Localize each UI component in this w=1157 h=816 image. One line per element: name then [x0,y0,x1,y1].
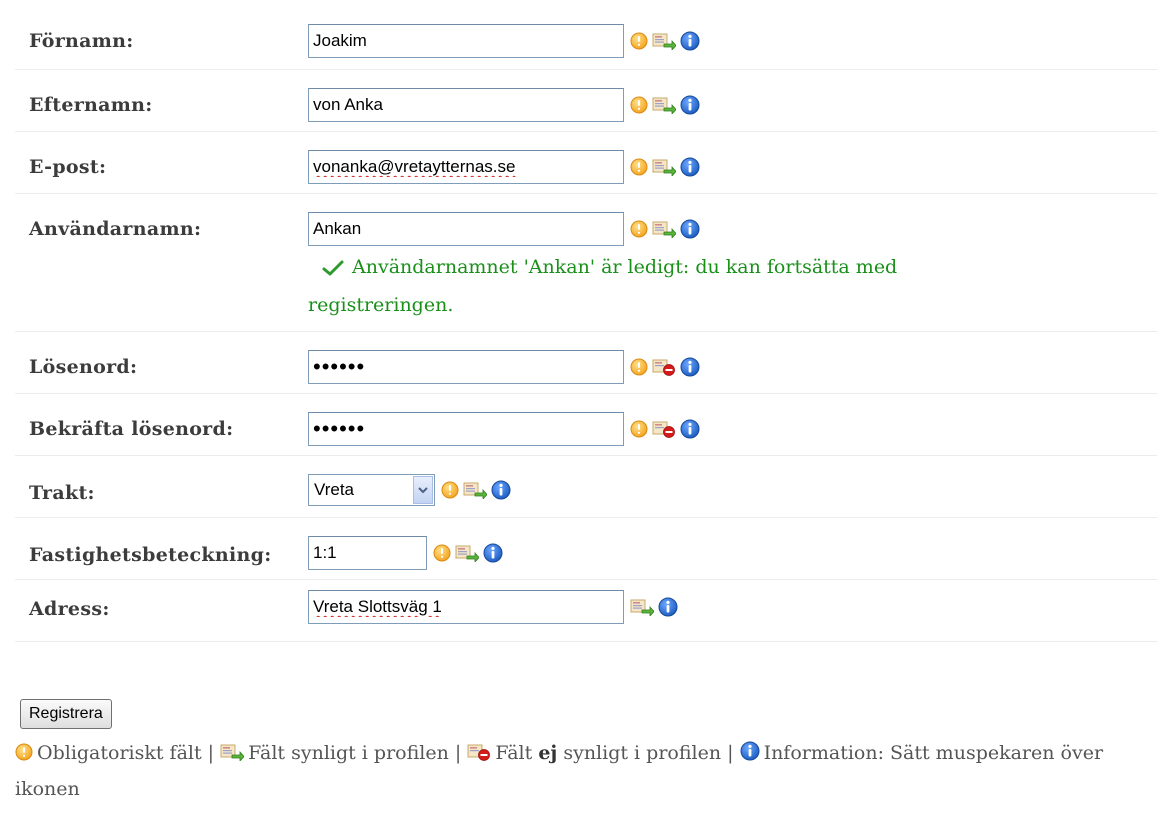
adress-input[interactable] [308,590,624,624]
epost-input[interactable] [308,150,624,184]
mandatory-icon [15,743,33,761]
visible-in-profile-icon [652,220,676,238]
legend-visible: Fält synligt i profilen | [248,742,462,764]
row-trakt: Trakt: Vreta [15,456,1157,518]
label-trakt: Trakt: [29,482,95,504]
info-icon [740,741,760,761]
row-efternamn: Efternamn: [15,70,1157,132]
row-fornamn: Förnamn: [15,8,1157,70]
info-icon[interactable] [680,31,700,51]
hidden-in-profile-icon [652,420,676,438]
username-status-text: Användarnamnet 'Ankan' är ledigt: du kan… [308,256,898,316]
info-icon[interactable] [680,219,700,239]
legend-hidden-post: synligt i profilen | [563,742,734,764]
info-icon[interactable] [680,95,700,115]
anvandarnamn-input[interactable] [308,212,624,246]
trakt-select[interactable]: Vreta [308,474,435,506]
mandatory-icon [630,420,648,438]
field-icons [630,95,704,115]
info-icon[interactable] [680,419,700,439]
visible-in-profile-icon [455,544,479,562]
field-icons [630,31,704,51]
row-losenord: Lösenord: [15,332,1157,394]
visible-in-profile-icon [463,481,487,499]
visible-in-profile-icon [652,158,676,176]
info-icon[interactable] [483,543,503,563]
field-icons [630,419,704,439]
register-button[interactable]: Registrera [20,699,112,729]
username-available-message: Användarnamnet 'Ankan' är ledigt: du kan… [308,248,1028,324]
field-icons [433,543,507,563]
mandatory-icon [630,158,648,176]
fornamn-input[interactable] [308,24,624,58]
legend-mandatory: Obligatoriskt fält | [37,742,215,764]
chevron-down-icon[interactable] [413,476,433,504]
trakt-selected-value: Vreta [314,480,355,499]
field-icons [630,357,704,377]
label-anvandarnamn: Användarnamn: [29,218,202,240]
row-fastighet: Fastighetsbeteckning: [15,518,1157,580]
field-icons [630,597,682,617]
label-bekrafta: Bekräfta lösenord: [29,418,234,440]
mandatory-icon [630,96,648,114]
checkmark-icon [322,259,344,277]
label-efternamn: Efternamn: [29,94,153,116]
field-icons [630,219,704,239]
field-icons [630,157,704,177]
legend-hidden-pre: Fält [495,742,533,764]
visible-in-profile-icon [652,96,676,114]
registration-form: Förnamn: Efternamn: [15,8,1157,642]
hidden-in-profile-icon [467,743,491,761]
row-anvandarnamn: Användarnamn: Användarnamnet 'Ankan' är … [15,194,1157,332]
info-icon[interactable] [658,597,678,617]
info-icon[interactable] [680,357,700,377]
label-fornamn: Förnamn: [29,30,134,52]
mandatory-icon [441,481,459,499]
label-losenord: Lösenord: [29,356,138,378]
row-epost: E-post: [15,132,1157,194]
label-fastighet: Fastighetsbeteckning: [29,544,272,566]
label-adress: Adress: [29,598,110,620]
bekrafta-losenord-input[interactable] [308,412,624,446]
mandatory-icon [433,544,451,562]
row-adress: Adress: [15,580,1157,642]
visible-in-profile-icon [220,743,245,761]
row-bekrafta: Bekräfta lösenord: [15,394,1157,456]
icon-legend: Obligatoriskt fält | Fält synligt i prof… [15,735,1125,807]
mandatory-icon [630,32,648,50]
visible-in-profile-icon [630,598,654,616]
mandatory-icon [630,220,648,238]
legend-hidden-bold: ej [538,742,558,764]
field-icons [441,480,515,500]
efternamn-input[interactable] [308,88,624,122]
hidden-in-profile-icon [652,358,676,376]
visible-in-profile-icon [652,32,676,50]
fastighetsbeteckning-input[interactable] [308,536,427,570]
info-icon[interactable] [680,157,700,177]
info-icon[interactable] [491,480,511,500]
mandatory-icon [630,358,648,376]
label-epost: E-post: [29,156,107,178]
losenord-input[interactable] [308,350,624,384]
